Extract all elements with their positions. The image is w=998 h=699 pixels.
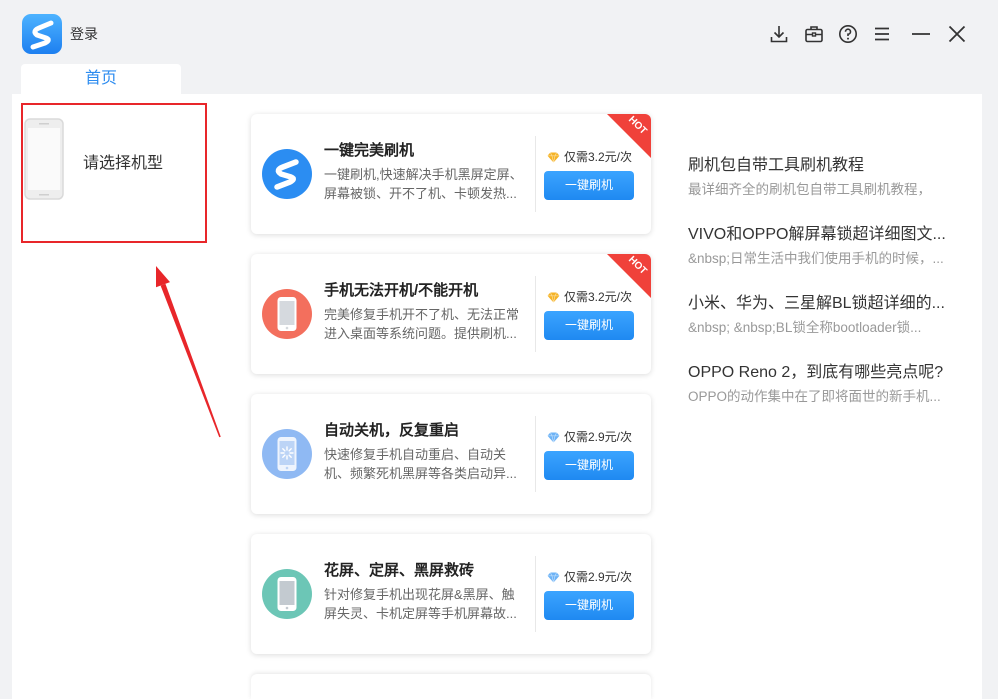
close-icon[interactable]	[947, 24, 967, 44]
one-click-flash-button[interactable]: 一键刷机	[544, 591, 634, 620]
one-click-flash-button[interactable]: 一键刷机	[544, 171, 634, 200]
help-icon[interactable]	[838, 24, 858, 44]
toolbox-icon[interactable]	[804, 24, 824, 44]
menu-icon[interactable]	[872, 24, 892, 44]
service-title: 一键完美刷机	[324, 142, 415, 159]
phone-screen-icon	[262, 569, 312, 619]
service-card	[251, 674, 651, 699]
hot-badge-label: HOT	[625, 114, 649, 137]
article-summary: 最详细齐全的刷机包自带工具刷机教程，	[688, 182, 931, 197]
price-tag: 仅需2.9元/次	[547, 429, 632, 445]
article-title: VIVO和OPPO解屏幕锁超详细图文...	[688, 226, 946, 243]
article-title: OPPO Reno 2，到底有哪些亮点呢?	[688, 364, 944, 381]
service-description-line: 屏失灵、卡机定屏等手机屏幕故...	[324, 606, 517, 621]
diamond-icon	[547, 151, 560, 163]
service-description: 一键刷机,快速解决手机黑屏定屏、 屏幕被锁、开不了机、卡顿发热...	[324, 165, 532, 203]
price-tag: 仅需2.9元/次	[547, 569, 632, 585]
article-item[interactable]: 小米、华为、三星解BL锁超详细的... &nbsp; &nbsp;BL锁全称bo…	[688, 294, 978, 338]
article-item[interactable]: 刷机包自带工具刷机教程 最详细齐全的刷机包自带工具刷机教程，	[688, 156, 978, 200]
app-logo-icon	[22, 14, 62, 54]
divider	[535, 276, 536, 352]
service-description-line: 完美修复手机开不了机、无法正常	[324, 307, 520, 322]
price-text: 仅需3.2元/次	[564, 290, 633, 304]
hot-badge-label: HOT	[625, 254, 649, 277]
service-card-perfect-flash: HOT 一键完美刷机 一键刷机,快速解决手机黑屏定屏、 屏幕被锁、开不了机、卡顿…	[251, 114, 651, 234]
article-item[interactable]: VIVO和OPPO解屏幕锁超详细图文... &nbsp;日常生活中我们使用手机的…	[688, 225, 978, 269]
price-tag: 仅需3.2元/次	[547, 289, 632, 305]
price-tag: 仅需3.2元/次	[547, 149, 632, 165]
service-card-screen-rescue: 花屏、定屏、黑屏救砖 针对修复手机出现花屏&黑屏、触 屏失灵、卡机定屏等手机屏幕…	[251, 534, 651, 654]
price-text: 仅需2.9元/次	[564, 570, 633, 584]
phone-icon	[262, 289, 312, 339]
flash-logo-icon	[262, 149, 312, 199]
device-model-selector[interactable]: 请选择机型	[21, 103, 207, 243]
one-click-flash-button[interactable]: 一键刷机	[544, 311, 634, 340]
phone-restart-icon	[262, 429, 312, 479]
service-description: 针对修复手机出现花屏&黑屏、触 屏失灵、卡机定屏等手机屏幕故...	[324, 585, 532, 623]
article-item[interactable]: OPPO Reno 2，到底有哪些亮点呢? OPPO的动作集中在了即将面世的新手…	[688, 363, 978, 407]
article-title: 小米、华为、三星解BL锁超详细的...	[688, 295, 945, 312]
service-description: 快速修复手机自动重启、自动关 机、频繁死机黑屏等各类启动异...	[324, 445, 532, 483]
divider	[535, 416, 536, 492]
service-description: 完美修复手机开不了机、无法正常 进入桌面等系统问题。提供刷机...	[324, 305, 532, 343]
tab-home[interactable]: 首页	[21, 64, 181, 94]
service-description-line: 一键刷机,快速解决手机黑屏定屏、	[324, 167, 523, 182]
service-card-auto-restart: 自动关机，反复重启 快速修复手机自动重启、自动关 机、频繁死机黑屏等各类启动异.…	[251, 394, 651, 514]
diamond-icon	[547, 431, 560, 443]
article-summary: OPPO的动作集中在了即将面世的新手机...	[688, 389, 941, 404]
article-summary: &nbsp;日常生活中我们使用手机的时候，...	[688, 251, 944, 266]
one-click-flash-button[interactable]: 一键刷机	[544, 451, 634, 480]
service-description-line: 进入桌面等系统问题。提供刷机...	[324, 326, 517, 341]
price-text: 仅需3.2元/次	[564, 150, 633, 164]
device-selector-label: 请选择机型	[83, 155, 164, 172]
service-description-line: 针对修复手机出现花屏&黑屏、触	[324, 587, 515, 602]
service-title: 花屏、定屏、黑屏救砖	[324, 562, 475, 579]
diamond-icon	[547, 291, 560, 303]
service-title: 自动关机，反复重启	[324, 422, 460, 439]
price-text: 仅需2.9元/次	[564, 430, 633, 444]
article-title: 刷机包自带工具刷机教程	[688, 157, 865, 174]
diamond-icon	[547, 571, 560, 583]
service-description-line: 屏幕被锁、开不了机、卡顿发热...	[324, 186, 517, 201]
download-icon[interactable]	[769, 24, 789, 44]
service-card-cannot-boot: HOT 手机无法开机/不能开机 完美修复手机开不了机、无法正常 进入桌面等系统问…	[251, 254, 651, 374]
login-link[interactable]: 登录	[70, 25, 98, 43]
phone-placeholder-icon	[24, 118, 64, 200]
service-description-line: 机、频繁死机黑屏等各类启动异...	[324, 466, 517, 481]
service-description-line: 快速修复手机自动重启、自动关	[324, 447, 507, 462]
minimize-icon[interactable]	[911, 24, 931, 44]
divider	[535, 136, 536, 212]
service-title: 手机无法开机/不能开机	[324, 282, 479, 299]
divider	[535, 556, 536, 632]
article-summary: &nbsp; &nbsp;BL锁全称bootloader锁...	[688, 320, 922, 335]
